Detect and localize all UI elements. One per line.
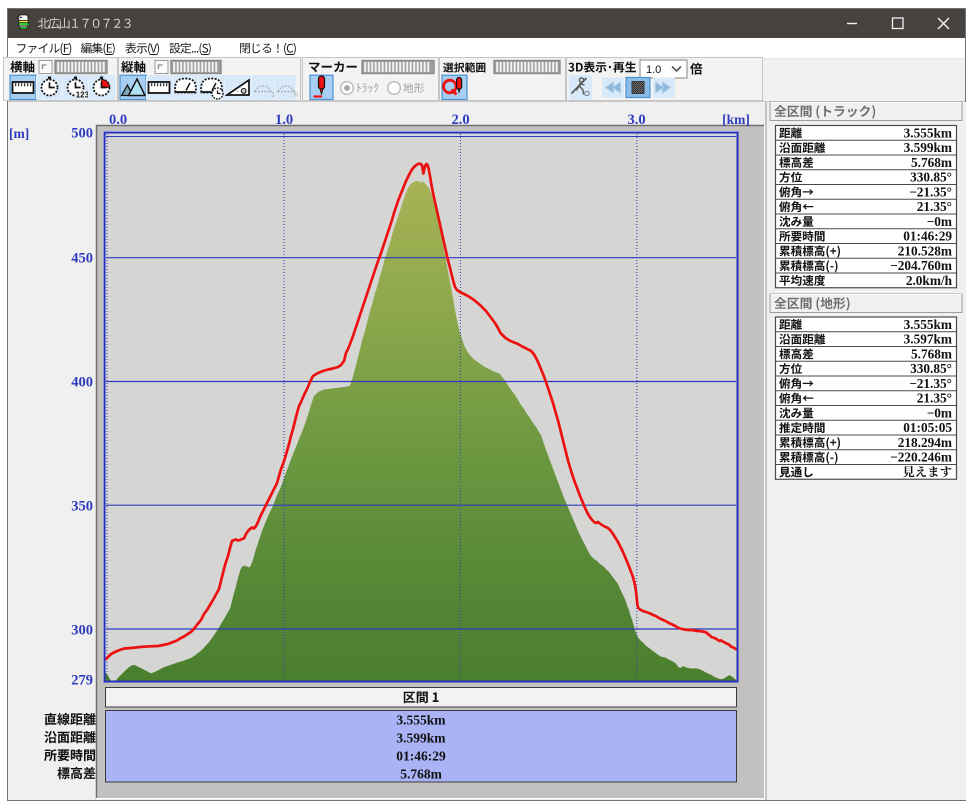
svg-text:500: 500 <box>71 126 93 142</box>
svg-text:330.85°: 330.85° <box>910 170 952 185</box>
svg-text:5.768m: 5.768m <box>911 155 952 170</box>
svg-text:210.528m: 210.528m <box>898 243 952 258</box>
svg-text:01:46:29: 01:46:29 <box>903 229 952 244</box>
svg-text:3.0: 3.0 <box>627 112 645 128</box>
svg-text:01:46:29: 01:46:29 <box>396 749 446 764</box>
svg-text:O: O <box>584 89 590 98</box>
svg-text:3.555km: 3.555km <box>904 317 952 332</box>
svg-text:21.35°: 21.35° <box>917 199 952 214</box>
svg-text:3.555km: 3.555km <box>904 125 952 140</box>
svg-text:3.555km: 3.555km <box>396 713 446 728</box>
svg-text:−0m: −0m <box>927 214 952 229</box>
svg-text:2.0km/h: 2.0km/h <box>906 273 953 288</box>
svg-text:279: 279 <box>71 673 93 689</box>
svg-text:−0m: −0m <box>927 405 952 420</box>
svg-text:01:05:05: 01:05:05 <box>903 420 952 435</box>
svg-text:−204.760m: −204.760m <box>890 258 952 273</box>
svg-text:330.85°: 330.85° <box>910 361 952 376</box>
svg-text:3.597km: 3.597km <box>904 332 952 347</box>
svg-text:1.0: 1.0 <box>275 112 293 128</box>
svg-text:[m]: [m] <box>9 126 29 141</box>
svg-text:5.768m: 5.768m <box>400 767 442 782</box>
svg-text:3.599km: 3.599km <box>396 731 446 746</box>
svg-text:300: 300 <box>71 623 93 639</box>
svg-text:123: 123 <box>76 91 90 100</box>
svg-text:21.35°: 21.35° <box>917 391 952 406</box>
svg-text:0.0: 0.0 <box>109 112 127 128</box>
svg-text:350: 350 <box>71 499 93 515</box>
svg-text:1.0: 1.0 <box>646 64 661 76</box>
svg-text:h: h <box>294 90 298 99</box>
svg-text:5.768m: 5.768m <box>911 346 952 361</box>
svg-text:[km]: [km] <box>722 112 750 127</box>
svg-text:218.294m: 218.294m <box>898 435 952 450</box>
svg-text:−220.246m: −220.246m <box>890 450 952 465</box>
svg-text:3.599km: 3.599km <box>904 140 952 155</box>
svg-text:−21.35°: −21.35° <box>909 376 952 391</box>
svg-text:400: 400 <box>71 375 93 391</box>
svg-text:2.0: 2.0 <box>451 112 469 128</box>
svg-text:−21.35°: −21.35° <box>909 184 952 199</box>
svg-text:450: 450 <box>71 251 93 267</box>
